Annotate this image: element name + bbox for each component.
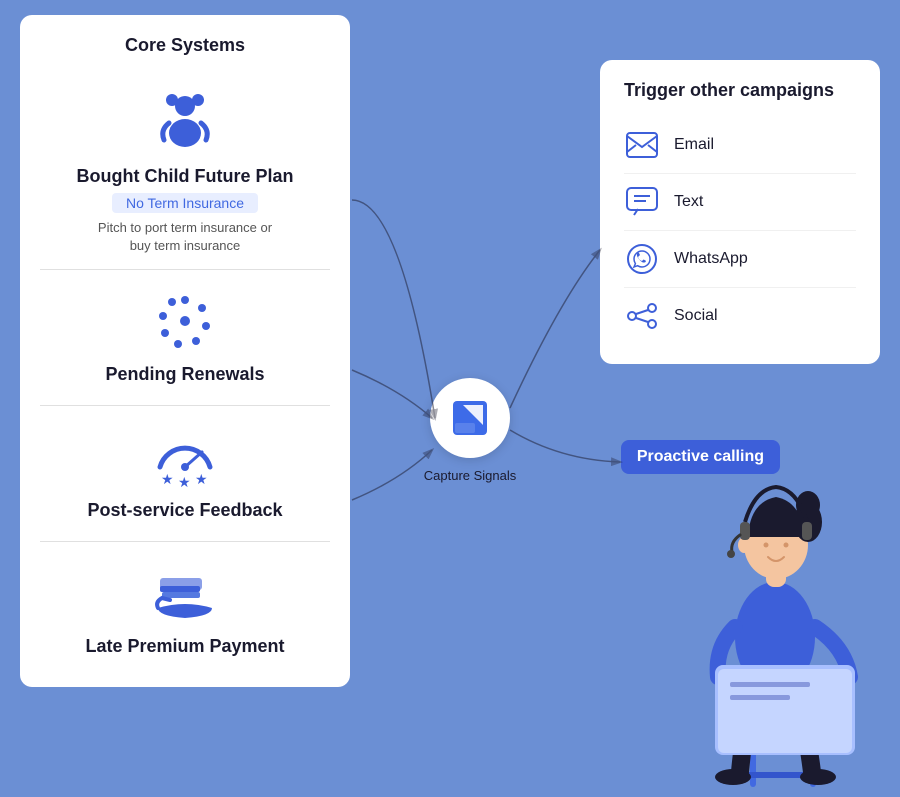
section-child-plan: Bought Child Future Plan No Term Insuran…	[40, 72, 330, 270]
email-icon	[624, 127, 660, 163]
whatsapp-label: WhatsApp	[674, 250, 748, 268]
no-term-badge: No Term Insurance	[112, 193, 258, 213]
core-systems-title: Core Systems	[40, 35, 330, 56]
section-pending-renewals: Pending Renewals	[40, 270, 330, 406]
core-systems-card: Core Systems Bought Child Future Plan No…	[20, 15, 350, 687]
whatsapp-icon	[624, 241, 660, 277]
email-label: Email	[674, 136, 714, 154]
trigger-title: Trigger other campaigns	[624, 80, 856, 101]
email-channel: Email	[624, 117, 856, 174]
section-late-payment: Late Premium Payment	[40, 542, 330, 667]
svg-text:★: ★	[195, 471, 208, 487]
woman-illustration	[570, 417, 900, 797]
social-label: Social	[674, 307, 718, 325]
whatsapp-channel: WhatsApp	[624, 231, 856, 288]
social-channel: Social	[624, 288, 856, 344]
feedback-icon: ★ ★ ★	[150, 422, 220, 492]
text-message-icon	[624, 184, 660, 220]
child-icon	[150, 88, 220, 158]
section-feedback: ★ ★ ★ Post-service Feedback	[40, 406, 330, 542]
text-channel: Text	[624, 174, 856, 231]
child-plan-title: Bought Child Future Plan	[77, 166, 294, 187]
feedback-title: Post-service Feedback	[87, 500, 282, 521]
svg-text:★: ★	[161, 471, 174, 487]
payment-icon	[150, 558, 220, 628]
trigger-campaigns-card: Trigger other campaigns Email Text	[600, 60, 880, 364]
renewals-title: Pending Renewals	[105, 364, 264, 385]
child-plan-desc: Pitch to port term insurance orbuy term …	[98, 219, 272, 255]
svg-text:★: ★	[178, 474, 191, 490]
payment-title: Late Premium Payment	[85, 636, 284, 657]
capture-signals-label: Capture Signals	[415, 468, 525, 483]
text-label: Text	[674, 193, 703, 211]
social-icon	[624, 298, 660, 334]
renewals-icon	[150, 286, 220, 356]
capture-signals-hub	[430, 378, 510, 458]
